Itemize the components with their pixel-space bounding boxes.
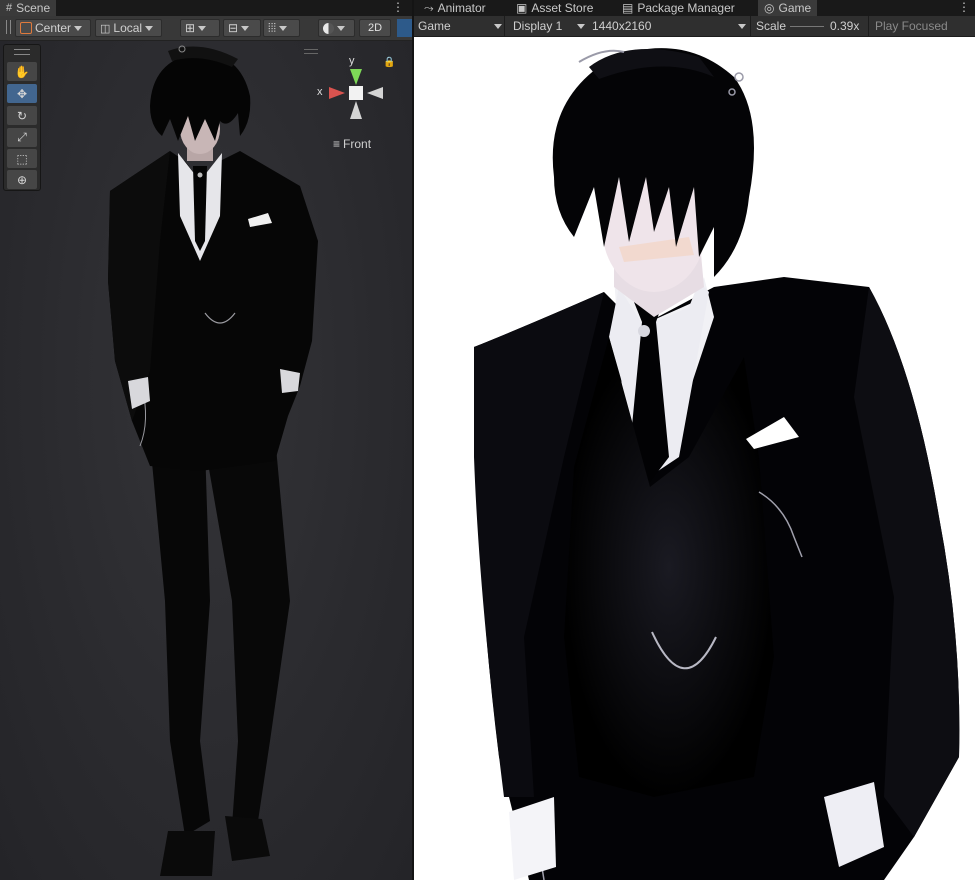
toolbar-separator (868, 16, 869, 36)
local-cube-icon: ◫ (100, 22, 111, 35)
scene-panel: # Scene ⋮ Center ◫ Local ⊞ ⊟ ⦙⦙⦙ 2D ✋ ✥ … (0, 0, 412, 880)
gamepad-icon: ◎ (764, 1, 775, 15)
view-label-text: Front (343, 137, 372, 151)
move-tool-button[interactable]: ✥ (7, 84, 37, 103)
scene-toolbar: Center ◫ Local ⊞ ⊟ ⦙⦙⦙ (0, 16, 412, 41)
tab-package-manager[interactable]: ▤ Package Manager (616, 0, 741, 16)
tab-game[interactable]: ◎ Game (758, 0, 818, 16)
pivot-center-icon (20, 22, 32, 34)
gizmo-axes-icon (329, 69, 383, 119)
overlay-drag-handle-icon[interactable] (14, 49, 30, 55)
game-more-options-icon[interactable]: ⋮ (958, 0, 970, 16)
snap-increment-icon: ⊟ (228, 21, 239, 35)
grid-snapping-toggle[interactable]: ⊞ (180, 19, 220, 37)
scale-label: Scale (756, 16, 786, 36)
move-arrows-icon: ✥ (16, 86, 28, 101)
toolbar-separator (750, 16, 751, 36)
package-icon: ▤ (622, 1, 634, 15)
draw-mode-dropdown[interactable] (318, 19, 355, 37)
chevron-down-icon (74, 25, 83, 31)
toolbar-grip-icon (6, 20, 11, 34)
hamburger-icon: ≡ (333, 137, 341, 151)
transform-icon: ⊕ (16, 172, 28, 187)
grid-icon: # (6, 2, 13, 14)
lock-icon[interactable]: 🔒 (383, 57, 395, 68)
tab-scene[interactable]: # Scene (0, 0, 57, 16)
pivot-mode-label: Center (35, 21, 72, 35)
orientation-gizmo[interactable]: y x (315, 55, 387, 135)
display-label: Display 1 (513, 19, 563, 33)
animator-icon: ⤳ (424, 1, 434, 15)
game-mode-label: Game (418, 19, 451, 33)
tab-animator[interactable]: ⤳ Animator (418, 0, 492, 16)
rect-tool-button[interactable]: ⬚ (7, 149, 37, 168)
scale-label-text: Scale (756, 19, 787, 33)
hand-tool-button[interactable]: ✋ (7, 62, 37, 81)
scene-character-model (108, 45, 318, 876)
scene-tools-overlay: ✋ ✥ ↻ ⤢ ⬚ ⊕ (3, 44, 41, 191)
grid-snap-icon: ⊞ (185, 21, 196, 35)
mode-2d-button[interactable]: 2D (359, 19, 391, 37)
chevron-down-icon (241, 25, 250, 31)
tab-scene-label: Scene (16, 1, 51, 15)
increment-snap-toggle[interactable]: ⊟ (223, 19, 261, 37)
scene-more-options-icon[interactable]: ⋮ (392, 0, 404, 16)
tab-asset-store-label: Asset Store (531, 1, 594, 15)
tab-game-label: Game (778, 1, 812, 15)
tab-asset-store[interactable]: ▣ Asset Store (510, 0, 599, 16)
scale-slider[interactable] (790, 26, 824, 27)
scale-icon: ⤢ (17, 130, 27, 144)
chevron-down-icon (198, 25, 207, 31)
rotate-icon: ↻ (16, 108, 28, 123)
hand-icon: ✋ (14, 64, 30, 79)
overlay-menu-icon[interactable] (304, 49, 318, 54)
tab-package-manager-label: Package Manager (637, 1, 735, 15)
toolbar-separator (504, 16, 505, 36)
chevron-down-icon (145, 25, 154, 31)
chevron-down-icon (279, 25, 288, 31)
game-tab-bar: ⤳ Animator ▣ Asset Store ▤ Package Manag… (414, 0, 975, 16)
chevron-down-icon (494, 24, 502, 29)
chevron-down-icon (577, 24, 585, 29)
scale-value-text: 0.39x (830, 19, 860, 33)
game-toolbar: Game Display 1 1440x2160 Scale 0.39x Pla… (414, 16, 975, 37)
mode-2d-label: 2D (367, 22, 383, 34)
ruler-icon: ⦙⦙⦙ (268, 20, 277, 35)
pivot-mode-dropdown[interactable]: Center (15, 19, 91, 37)
display-dropdown[interactable]: Display 1 (513, 16, 585, 36)
play-mode-dropdown[interactable]: Play Focused (875, 16, 948, 36)
game-character-render (474, 48, 960, 880)
shading-sphere-icon (323, 22, 334, 34)
resolution-label: 1440x2160 (592, 19, 652, 33)
scene-viewport[interactable]: ✋ ✥ ↻ ⤢ ⬚ ⊕ y x 🔒 ≡ Front (0, 41, 412, 880)
pivot-rotation-dropdown[interactable]: ◫ Local (95, 19, 162, 37)
chevron-down-icon (337, 25, 345, 31)
game-panel: ⤳ Animator ▣ Asset Store ▤ Package Manag… (414, 0, 975, 880)
tab-animator-label: Animator (437, 1, 486, 15)
play-mode-label: Play Focused (875, 19, 948, 33)
resolution-dropdown[interactable]: 1440x2160 (592, 16, 748, 36)
lighting-toggle[interactable] (397, 19, 412, 37)
ruler-snap-toggle[interactable]: ⦙⦙⦙ (263, 19, 300, 37)
game-mode-dropdown[interactable]: Game (418, 16, 502, 36)
rotate-tool-button[interactable]: ↻ (7, 106, 37, 125)
scale-tool-button[interactable]: ⤢ (7, 128, 37, 147)
view-label[interactable]: ≡ Front (333, 137, 371, 151)
scale-value: 0.39x (830, 16, 859, 36)
scene-tab-bar: # Scene ⋮ (0, 0, 412, 16)
rect-transform-icon: ⬚ (16, 151, 28, 166)
shopping-bag-icon: ▣ (516, 1, 528, 15)
pivot-rotation-label: Local (113, 21, 143, 35)
chevron-down-icon (738, 24, 746, 29)
game-view[interactable] (414, 37, 975, 880)
transform-tool-button[interactable]: ⊕ (7, 170, 37, 189)
